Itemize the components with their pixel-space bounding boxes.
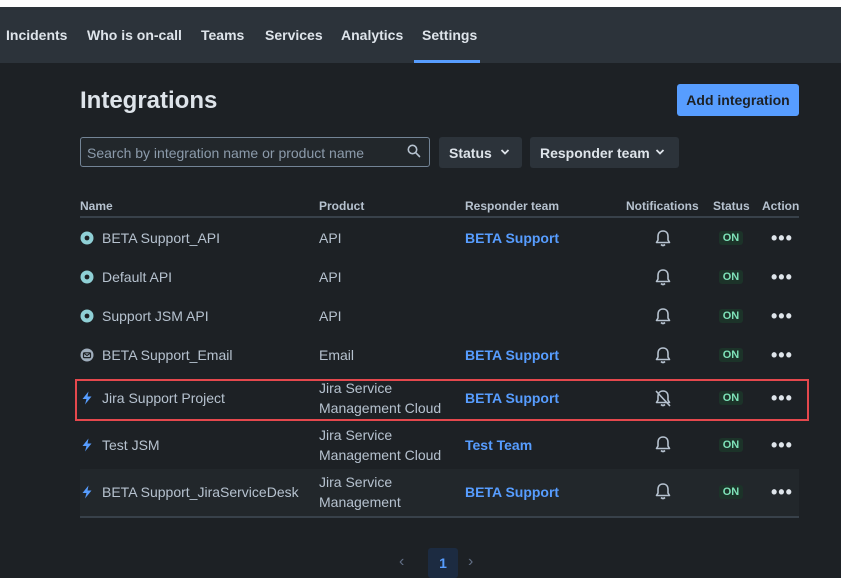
responder-team-link[interactable]: BETA Support [465, 228, 559, 248]
bell-icon[interactable] [654, 435, 672, 454]
more-actions-icon[interactable]: ••• [771, 483, 793, 501]
product-cell: Email [319, 347, 355, 363]
col-header-product[interactable]: Product [319, 199, 364, 213]
bell-icon[interactable] [654, 229, 672, 248]
nav-analytics[interactable]: Analytics [341, 27, 403, 43]
table-row[interactable]: Test JSM Jira Service Management Cloud T… [80, 422, 799, 469]
bell-icon[interactable] [654, 346, 672, 365]
bell-icon[interactable] [654, 482, 672, 501]
api-gear-icon [80, 270, 94, 284]
bell-icon[interactable] [654, 307, 672, 326]
more-actions-icon[interactable]: ••• [771, 436, 793, 454]
product-line: Jira Service [319, 474, 393, 490]
header-divider [80, 216, 799, 218]
status-badge: ON [719, 485, 743, 499]
responder-filter-label: Responder team [540, 144, 650, 161]
more-actions-icon[interactable]: ••• [771, 307, 793, 325]
chevron-right-icon[interactable]: › [468, 553, 473, 571]
chevron-left-icon[interactable]: ‹ [399, 553, 404, 571]
page-title: Integrations [80, 87, 218, 114]
product-line: Management [319, 494, 401, 510]
table-bottom-divider [80, 516, 799, 518]
nav-incidents[interactable]: Incidents [6, 27, 67, 43]
table-row[interactable]: BETA Support_Email Email BETA Support ON… [80, 336, 799, 375]
col-header-name[interactable]: Name [80, 199, 113, 213]
col-header-notifications: Notifications [626, 199, 699, 213]
responder-team-link[interactable]: BETA Support [465, 482, 559, 502]
api-gear-icon [80, 231, 94, 245]
integration-name[interactable]: Default API [102, 267, 172, 287]
status-filter[interactable]: Status [439, 137, 522, 168]
highlight-box [75, 379, 809, 421]
search-field[interactable]: Search by integration name or product na… [80, 137, 430, 167]
status-badge: ON [719, 231, 743, 245]
col-header-responder-team[interactable]: Responder team [465, 199, 559, 213]
add-integration-button[interactable]: Add integration [677, 84, 799, 116]
table-row[interactable]: Support JSM API API ON ••• [80, 297, 799, 336]
table-row[interactable]: BETA Support_API API BETA Support ON ••• [80, 219, 799, 258]
more-actions-icon[interactable]: ••• [771, 346, 793, 364]
status-filter-label: Status [449, 144, 492, 161]
chevron-down-icon [655, 149, 665, 155]
top-nav: Incidents Who is on-call Teams Services … [0, 7, 841, 63]
product-cell: Jira Service Management [319, 472, 449, 512]
more-actions-icon[interactable]: ••• [771, 268, 793, 286]
responder-team-link[interactable]: Test Team [465, 435, 532, 455]
email-icon [80, 348, 94, 362]
status-badge: ON [719, 348, 743, 362]
active-tab-indicator [414, 60, 480, 63]
search-icon[interactable] [407, 144, 421, 158]
col-header-action: Action [762, 199, 800, 213]
top-strip [0, 0, 841, 7]
nav-services[interactable]: Services [265, 27, 323, 43]
table-row[interactable]: BETA Support_JiraServiceDesk Jira Servic… [80, 469, 799, 516]
product-cell: API [319, 269, 342, 285]
responder-team-filter[interactable]: Responder team [530, 137, 679, 168]
integration-name[interactable]: BETA Support_Email [102, 345, 232, 365]
api-gear-icon [80, 309, 94, 323]
col-header-status[interactable]: Status [713, 199, 750, 213]
product-cell: API [319, 230, 342, 246]
more-actions-icon[interactable]: ••• [771, 229, 793, 247]
product-cell: API [319, 308, 342, 324]
table-row[interactable]: Default API API ON ••• [80, 258, 799, 297]
pagination-page-button[interactable]: 1 [428, 548, 458, 578]
responder-team-link[interactable]: BETA Support [465, 345, 559, 365]
search-input[interactable]: Search by integration name or product na… [87, 145, 364, 161]
nav-teams[interactable]: Teams [201, 27, 244, 43]
bell-icon[interactable] [654, 268, 672, 287]
product-line: Management Cloud [319, 447, 442, 463]
product-line: Jira Service [319, 427, 393, 443]
status-badge: ON [719, 270, 743, 284]
status-badge: ON [719, 438, 743, 452]
integration-name[interactable]: BETA Support_API [102, 228, 220, 248]
chevron-down-icon [500, 149, 510, 155]
nav-settings[interactable]: Settings [422, 27, 477, 43]
jira-bolt-icon [82, 438, 92, 452]
integration-name[interactable]: BETA Support_JiraServiceDesk [102, 482, 299, 502]
status-badge: ON [719, 309, 743, 323]
integration-name[interactable]: Support JSM API [102, 306, 209, 326]
jira-bolt-icon [82, 485, 92, 499]
nav-who-is-on-call[interactable]: Who is on-call [87, 27, 182, 43]
integration-name[interactable]: Test JSM [102, 435, 160, 455]
product-cell: Jira Service Management Cloud [319, 425, 449, 465]
